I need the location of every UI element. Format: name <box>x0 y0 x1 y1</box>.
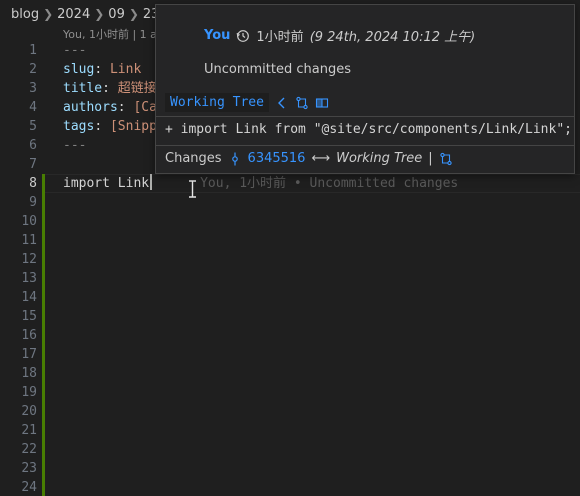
breadcrumb-item-blog[interactable]: blog <box>11 7 39 22</box>
line-number: 20 <box>21 404 37 419</box>
code-line[interactable] <box>63 250 580 269</box>
line-number: 22 <box>21 442 37 457</box>
git-change-indicator[interactable] <box>42 174 45 496</box>
code-line[interactable]: import Link You, 1小时前 • Uncommitted chang… <box>63 174 580 193</box>
previous-icon[interactable] <box>275 96 289 110</box>
line-number: 16 <box>21 328 37 343</box>
text-cursor-icon <box>188 180 197 198</box>
breadcrumb-item-09[interactable]: 09 <box>108 7 125 22</box>
line-number: 17 <box>21 347 37 362</box>
code-token: : <box>94 119 110 134</box>
line-number: 24 <box>21 480 37 495</box>
compare-changes-icon[interactable] <box>439 152 453 166</box>
line-number: 3 <box>29 81 37 96</box>
code-token: authors <box>63 100 118 115</box>
history-clock-icon <box>236 29 250 43</box>
code-token: [Snipp <box>109 119 157 134</box>
commit-icon <box>228 152 242 166</box>
code-token: : <box>117 100 134 115</box>
code-line[interactable] <box>63 307 580 326</box>
code-token: --- <box>63 138 87 153</box>
code-token: [Ca <box>133 100 157 115</box>
line-number: 23 <box>21 461 37 476</box>
commit-sha-link[interactable]: 6345516 <box>248 151 306 166</box>
code-token: --- <box>63 43 87 58</box>
code-token: import Link <box>63 176 150 191</box>
popup-divider <box>156 116 574 117</box>
blame-absolute-time: (9 24th, 2024 10:12 上午) <box>309 30 476 45</box>
diff-added-line: + import Link from "@site/src/components… <box>165 122 572 137</box>
line-number: 15 <box>21 309 37 324</box>
chevron-right-icon: ❯ <box>43 7 54 21</box>
line-number: 8 <box>29 176 37 191</box>
changes-row: Changes 6345516 ⟷ Working Tree | <box>165 151 453 166</box>
code-token: title <box>63 81 103 96</box>
breadcrumb-item-2024[interactable]: 2024 <box>57 7 90 22</box>
line-number: 5 <box>29 119 37 134</box>
line-number: 14 <box>21 290 37 305</box>
code-line[interactable] <box>63 478 580 496</box>
line-number: 2 <box>29 62 37 77</box>
line-number: 13 <box>21 271 37 286</box>
changes-label: Changes <box>165 151 222 166</box>
line-number: 10 <box>21 214 37 229</box>
commit-message: Uncommitted changes <box>204 62 351 77</box>
code-line[interactable] <box>63 459 580 478</box>
blame-header-annotation[interactable]: You, 1小时前 | 1 a <box>63 26 157 42</box>
line-number: 12 <box>21 252 37 267</box>
line-number: 19 <box>21 385 37 400</box>
line-number: 18 <box>21 366 37 381</box>
compare-icon[interactable] <box>295 96 309 110</box>
code-token: : <box>102 81 118 96</box>
code-line[interactable] <box>63 326 580 345</box>
line-number: 11 <box>21 233 37 248</box>
code-line[interactable] <box>63 440 580 459</box>
chevron-right-icon: ❯ <box>94 7 105 21</box>
code-line[interactable] <box>63 364 580 383</box>
code-line[interactable] <box>63 193 580 212</box>
line-number-gutter: 1 2 3 4 5 6 7 8 9 10 11 12 13 14 15 16 17 18 19 20 21 22 23 24 <box>0 41 45 496</box>
popup-divider <box>156 145 574 146</box>
split-view-icon[interactable] <box>315 96 329 110</box>
text-caret <box>150 174 153 190</box>
compare-arrow: ⟷ <box>311 151 331 166</box>
diff-toolbar: Working Tree <box>165 93 329 112</box>
code-line[interactable] <box>63 231 580 250</box>
code-line[interactable] <box>63 269 580 288</box>
code-token: 超链接 <box>117 81 157 96</box>
blame-author-row: You 1小时前 (9 24th, 2024 10:12 上午) <box>204 26 475 45</box>
git-blame-hover-popup: You 1小时前 (9 24th, 2024 10:12 上午) Uncommi… <box>155 4 575 174</box>
code-token: Link <box>109 62 142 77</box>
blame-relative-time: 1小时前 <box>256 30 304 45</box>
code-token: slug <box>63 62 95 77</box>
blame-author[interactable]: You <box>204 28 230 43</box>
code-line[interactable] <box>63 288 580 307</box>
code-line[interactable] <box>63 212 580 231</box>
editor-window: blog ❯ 2024 ❯ 09 ❯ 23-Li You, 1小时前 | 1 a… <box>0 0 580 496</box>
line-number: 7 <box>29 157 37 172</box>
code-line[interactable] <box>63 402 580 421</box>
code-token: : <box>94 62 110 77</box>
line-number: 4 <box>29 100 37 115</box>
code-line[interactable] <box>63 383 580 402</box>
code-line[interactable] <box>63 345 580 364</box>
inline-blame-annotation[interactable]: You, 1小时前 • Uncommitted changes <box>200 176 458 191</box>
line-number: 9 <box>29 195 37 210</box>
line-number: 1 <box>29 43 37 58</box>
line-number: 6 <box>29 138 37 153</box>
code-token: tags <box>63 119 95 134</box>
line-number: 21 <box>21 423 37 438</box>
working-tree-label: Working Tree <box>336 151 423 166</box>
code-line[interactable] <box>63 421 580 440</box>
separator: | <box>428 151 433 166</box>
working-tree-badge[interactable]: Working Tree <box>165 93 269 112</box>
chevron-right-icon: ❯ <box>128 7 139 21</box>
